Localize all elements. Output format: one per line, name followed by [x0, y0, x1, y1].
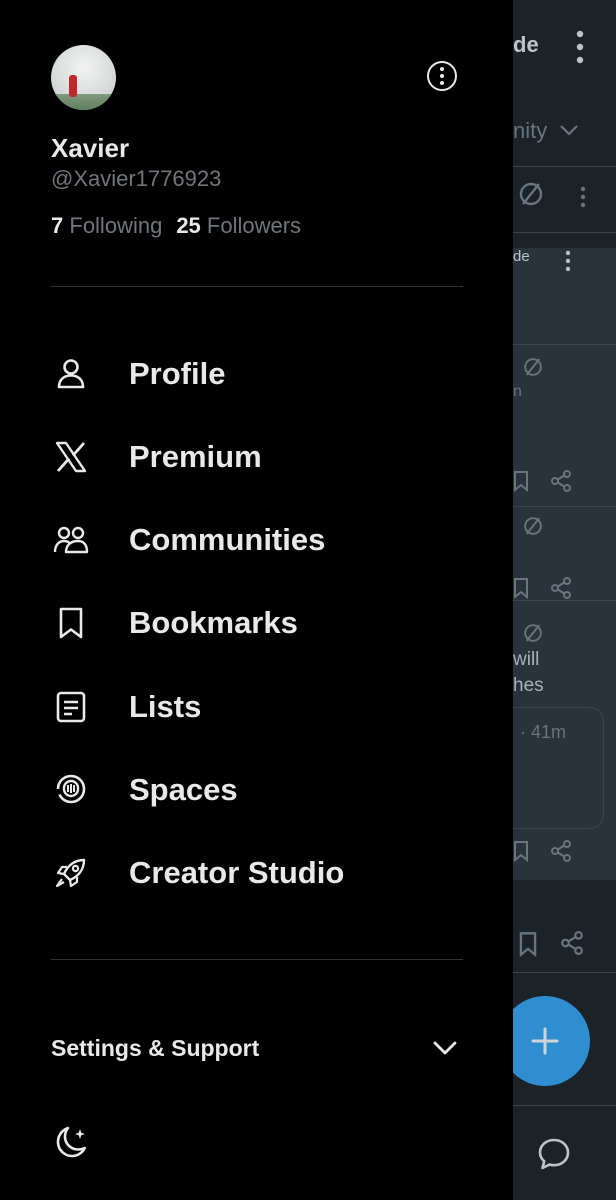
menu-item-label: Spaces: [129, 772, 238, 807]
x-logo-icon: [51, 437, 91, 477]
drawer-scrim[interactable]: [513, 0, 616, 1200]
menu-item-label: Communities: [129, 522, 326, 557]
menu-item-bookmarks[interactable]: Bookmarks: [51, 593, 463, 653]
following-link[interactable]: 7 Following: [51, 213, 162, 238]
menu-item-creator-studio[interactable]: Creator Studio: [51, 843, 463, 903]
divider: [51, 959, 463, 960]
follow-stats: 7 Following 25 Followers: [51, 213, 301, 239]
menu-item-label: Creator Studio: [129, 855, 345, 890]
menu-item-lists[interactable]: Lists: [51, 677, 463, 737]
menu-item-profile[interactable]: Profile: [51, 344, 463, 404]
menu-item-premium[interactable]: Premium: [51, 427, 463, 487]
settings-support-toggle[interactable]: Settings & Support: [51, 1028, 463, 1068]
person-icon: [51, 354, 91, 394]
menu-item-communities[interactable]: Communities: [51, 510, 463, 570]
account-options-button[interactable]: [427, 61, 457, 91]
list-icon: [51, 687, 91, 727]
menu-item-label: Profile: [129, 356, 226, 391]
avatar[interactable]: [51, 45, 116, 110]
divider: [51, 286, 463, 287]
display-name: Xavier: [51, 133, 130, 163]
dark-mode-moon-icon[interactable]: [51, 1122, 91, 1162]
menu-item-label: Premium: [129, 439, 262, 474]
chevron-down-icon: [433, 1041, 457, 1055]
communities-icon: [51, 520, 91, 560]
rocket-icon: [51, 853, 91, 893]
menu-item-label: Bookmarks: [129, 605, 298, 640]
navigation-drawer: Xavier @Xavier1776923 7 Following 25 Foll…: [0, 0, 513, 1200]
followers-link[interactable]: 25 Followers: [176, 213, 301, 238]
spaces-icon: [51, 770, 91, 810]
menu-item-label: Lists: [129, 689, 202, 724]
user-handle: @Xavier1776923: [51, 166, 222, 191]
menu-item-spaces[interactable]: Spaces: [51, 760, 463, 820]
settings-support-label: Settings & Support: [51, 1034, 260, 1061]
bookmark-icon: [51, 603, 91, 643]
